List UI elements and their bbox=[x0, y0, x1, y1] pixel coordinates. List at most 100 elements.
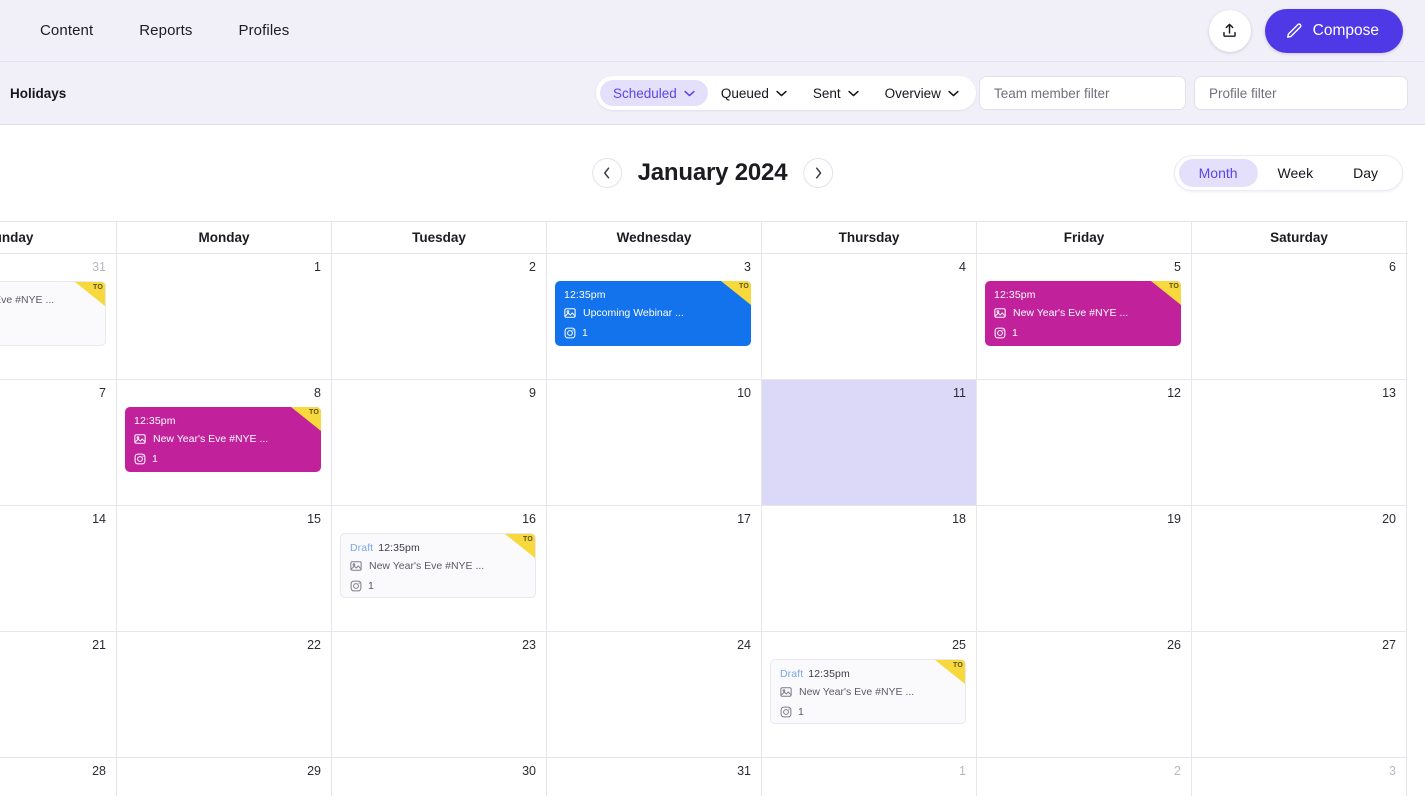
previous-month-button[interactable] bbox=[591, 158, 622, 188]
calendar-event-card[interactable]: 12:35pm Upcoming Webinar ... 1 TO bbox=[555, 281, 751, 346]
day-number: 28 bbox=[92, 764, 106, 778]
day-of-week-header-sunday: Sunday bbox=[0, 222, 117, 253]
chevron-down-icon bbox=[847, 90, 859, 97]
event-time-row: 12:35pm bbox=[134, 414, 312, 428]
calendar-event-card[interactable]: Draft 12:35pm New Year's Eve #NYE ... 1 TO bbox=[770, 659, 966, 724]
calendar-event-card[interactable]: 12:35pm New Year's Eve #NYE ... 1 TO bbox=[125, 407, 321, 472]
day-number: 20 bbox=[1382, 512, 1396, 526]
calendar-day-cell[interactable]: 19 bbox=[977, 506, 1192, 632]
calendar-event-card[interactable]: Draft 12:35pm New Year's Eve #NYE ... 1 TO bbox=[340, 533, 536, 598]
event-draft-tag: Draft bbox=[780, 668, 804, 680]
event-title-row: New Year's Eve #NYE ... bbox=[994, 306, 1172, 320]
calendar-day-cell[interactable]: 1 bbox=[762, 758, 977, 796]
event-title-row: New Year's Eve #NYE ... bbox=[780, 685, 956, 699]
compose-button[interactable]: Compose bbox=[1264, 8, 1403, 53]
event-time-row: Draft 12:35pm bbox=[780, 667, 956, 681]
chevron-down-icon bbox=[776, 90, 787, 97]
chevron-left-icon bbox=[603, 167, 611, 179]
upload-button[interactable] bbox=[1208, 9, 1251, 52]
calendar-day-cell[interactable]: 31 bbox=[547, 758, 762, 796]
calendar-day-cell[interactable]: 9 bbox=[332, 380, 547, 506]
view-toggle-month[interactable]: Month bbox=[1178, 159, 1258, 187]
event-title: New Year's Eve #NYE ... bbox=[369, 560, 485, 572]
nav-tab-profiles[interactable]: Profiles bbox=[236, 16, 291, 45]
calendar-day-cell[interactable]: 18 bbox=[762, 506, 977, 632]
calendar-day-cell[interactable]: 16 Draft 12:35pm New Year's Eve #NYE ... 1 TO bbox=[332, 506, 547, 632]
calendar-day-cell[interactable]: 22 bbox=[117, 632, 332, 758]
calendar-day-cell[interactable]: 24 bbox=[547, 632, 762, 758]
calendar-day-cell[interactable]: 15 bbox=[117, 506, 332, 632]
image-icon bbox=[134, 433, 146, 445]
calendar-week-row: 14 15 16 Draft 12:35pm New Year's Eve #NYE ..… bbox=[0, 506, 1408, 632]
event-corner-badge: TO bbox=[75, 282, 105, 306]
calendar-scroll-viewport[interactable]: SundayMondayTuesdayWednesdayThursdayFrid… bbox=[0, 221, 1425, 796]
view-toggle-day[interactable]: Day bbox=[1333, 159, 1398, 187]
corner-badge-label: TO bbox=[739, 283, 749, 290]
day-of-week-header-thursday: Thursday bbox=[762, 222, 977, 253]
team-member-filter-input[interactable] bbox=[979, 76, 1186, 110]
calendar-day-cell[interactable]: 4 bbox=[762, 254, 977, 380]
calendar-day-cell[interactable]: 29 bbox=[117, 758, 332, 796]
event-title: New Year's Eve #NYE ... bbox=[0, 294, 55, 306]
day-number: 1 bbox=[314, 260, 321, 274]
calendar-event-card[interactable]: 12:35pm New Year's Eve #NYE ... 1 TO bbox=[985, 281, 1181, 346]
day-of-week-header-wednesday: Wednesday bbox=[547, 222, 762, 253]
calendar-day-cell[interactable]: 12 bbox=[977, 380, 1192, 506]
calendar-day-cell[interactable]: 26 bbox=[977, 632, 1192, 758]
day-number: 3 bbox=[744, 260, 751, 274]
chevron-down-icon bbox=[684, 90, 695, 97]
day-number: 31 bbox=[92, 260, 106, 274]
calendar-day-cell[interactable]: 1 bbox=[117, 254, 332, 380]
profile-filter-input[interactable] bbox=[1194, 76, 1408, 110]
view-toggle-week[interactable]: Week bbox=[1258, 159, 1334, 187]
calendar-day-cell[interactable]: 14 bbox=[0, 506, 117, 632]
calendar-day-cell[interactable]: 5 12:35pm New Year's Eve #NYE ... 1 TO bbox=[977, 254, 1192, 380]
day-number: 12 bbox=[1167, 386, 1181, 400]
calendar-day-cell[interactable]: 27 bbox=[1192, 632, 1407, 758]
day-of-week-header-saturday: Saturday bbox=[1192, 222, 1407, 253]
image-icon bbox=[350, 560, 362, 572]
calendar-day-cell[interactable]: 20 bbox=[1192, 506, 1407, 632]
calendar-day-cell[interactable]: 10 bbox=[547, 380, 762, 506]
calendar-day-cell[interactable]: 11 bbox=[762, 380, 977, 506]
calendar-day-cell[interactable]: 23 bbox=[332, 632, 547, 758]
event-footer-row: 1 bbox=[780, 706, 956, 718]
filter-bar: Holidays Scheduled Queued Sent Overview bbox=[0, 62, 1425, 125]
day-number: 17 bbox=[737, 512, 751, 526]
event-footer-row: 1 bbox=[994, 327, 1172, 339]
day-number: 7 bbox=[99, 386, 106, 400]
event-title-row: New Year's Eve #NYE ... bbox=[134, 432, 312, 446]
calendar-day-cell[interactable]: 25 Draft 12:35pm New Year's Eve #NYE ... 1 TO bbox=[762, 632, 977, 758]
calendar-day-cell[interactable]: 2 bbox=[332, 254, 547, 380]
event-time-row: 12:35pm bbox=[564, 288, 742, 302]
image-icon bbox=[780, 686, 792, 698]
chevron-right-icon bbox=[814, 167, 822, 179]
calendar-day-cell[interactable]: 6 bbox=[1192, 254, 1407, 380]
status-filter-queued[interactable]: Queued bbox=[708, 80, 800, 106]
compose-label: Compose bbox=[1312, 21, 1379, 39]
status-filter-sent-label: Sent bbox=[812, 85, 841, 101]
calendar-day-cell[interactable]: 31 New Year's Eve #NYE ... 1 TO bbox=[0, 254, 117, 380]
calendar-day-cell[interactable]: 3 12:35pm Upcoming Webinar ... 1 TO bbox=[547, 254, 762, 380]
calendar-day-cell[interactable]: 30 bbox=[332, 758, 547, 796]
instagram-icon bbox=[780, 706, 792, 718]
next-month-button[interactable] bbox=[803, 158, 834, 188]
calendar-day-cell[interactable]: 3 bbox=[1192, 758, 1407, 796]
calendar-day-cell[interactable]: 28 bbox=[0, 758, 117, 796]
calendar-day-cell[interactable]: 21 bbox=[0, 632, 117, 758]
event-title: New Year's Eve #NYE ... bbox=[1013, 307, 1129, 319]
calendar-day-cell[interactable]: 8 12:35pm New Year's Eve #NYE ... 1 TO bbox=[117, 380, 332, 506]
nav-tab-reports[interactable]: Reports bbox=[137, 16, 194, 45]
calendar-day-cell[interactable]: 2 bbox=[977, 758, 1192, 796]
calendar-day-cell[interactable]: 17 bbox=[547, 506, 762, 632]
status-filter-scheduled[interactable]: Scheduled bbox=[600, 80, 708, 106]
status-filter-sent[interactable]: Sent bbox=[800, 80, 872, 106]
day-number: 21 bbox=[92, 638, 106, 652]
nav-tab-content[interactable]: Content bbox=[38, 16, 95, 45]
event-title: Upcoming Webinar ... bbox=[583, 307, 684, 319]
event-profile-count: 1 bbox=[582, 327, 588, 339]
status-filter-overview[interactable]: Overview bbox=[872, 80, 972, 106]
calendar-event-card[interactable]: New Year's Eve #NYE ... 1 TO bbox=[0, 281, 106, 346]
calendar-day-cell[interactable]: 13 bbox=[1192, 380, 1407, 506]
calendar-day-cell[interactable]: 7 bbox=[0, 380, 117, 506]
